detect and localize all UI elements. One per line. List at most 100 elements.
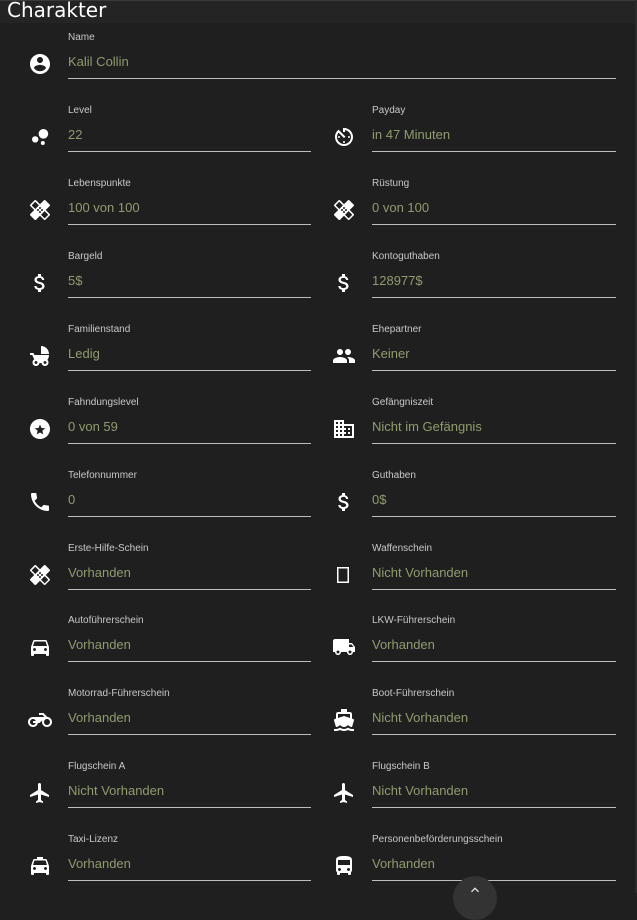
field-label: Taxi-Lizenz bbox=[68, 834, 119, 845]
field-underline bbox=[68, 297, 311, 298]
field-underline bbox=[68, 589, 311, 590]
field-underline bbox=[68, 661, 311, 662]
field-familienstand[interactable]: Familienstand Ledig bbox=[28, 324, 311, 388]
field-motorrad[interactable]: Motorrad-Führerschein Vorhanden bbox=[28, 688, 311, 752]
field-value[interactable]: Vorhanden bbox=[68, 565, 131, 580]
field-underline bbox=[372, 151, 616, 152]
field-underline bbox=[68, 443, 311, 444]
page-title: Charakter bbox=[7, 0, 107, 22]
field-name[interactable]: Name Kalil Collin bbox=[28, 32, 616, 96]
field-value[interactable]: 5$ bbox=[68, 273, 82, 288]
field-label: Ehepartner bbox=[372, 324, 422, 335]
field-value[interactable]: Vorhanden bbox=[372, 637, 435, 652]
field-underline bbox=[372, 807, 616, 808]
field-label: Telefonnummer bbox=[68, 470, 137, 481]
field-underline bbox=[372, 589, 616, 590]
field-lebenspunkte[interactable]: Lebenspunkte 100 von 100 bbox=[28, 178, 311, 242]
field-taxi[interactable]: Taxi-Lizenz Vorhanden bbox=[28, 834, 311, 898]
dollar-icon bbox=[332, 490, 356, 514]
field-value[interactable]: 0 von 100 bbox=[372, 200, 429, 215]
field-value[interactable]: Nicht Vorhanden bbox=[372, 565, 468, 580]
field-label: Motorrad-Führerschein bbox=[68, 688, 170, 699]
field-value[interactable]: 0 von 59 bbox=[68, 419, 118, 434]
field-boot[interactable]: Boot-Führerschein Nicht Vorhanden bbox=[332, 688, 616, 752]
field-value[interactable]: Keiner bbox=[372, 346, 410, 361]
field-underline bbox=[68, 516, 311, 517]
field-underline bbox=[68, 807, 311, 808]
field-value[interactable]: Vorhanden bbox=[68, 856, 131, 871]
dollar-icon bbox=[332, 271, 356, 295]
field-fahndungslevel[interactable]: Fahndungslevel 0 von 59 bbox=[28, 397, 311, 461]
field-value[interactable]: in 47 Minuten bbox=[372, 127, 450, 142]
field-underline bbox=[68, 880, 311, 881]
field-ehepartner[interactable]: Ehepartner Keiner bbox=[332, 324, 616, 388]
stroller-icon bbox=[28, 344, 52, 368]
account-circle-icon bbox=[28, 52, 52, 76]
field-value[interactable]: 128977$ bbox=[372, 273, 423, 288]
field-ruestung[interactable]: Rüstung 0 von 100 bbox=[332, 178, 616, 242]
bandage-icon bbox=[28, 563, 52, 587]
field-label: Bargeld bbox=[68, 251, 103, 262]
field-level[interactable]: Level 22 bbox=[28, 105, 311, 169]
field-value[interactable]: Vorhanden bbox=[68, 637, 131, 652]
field-label: Erste-Hilfe-Schein bbox=[68, 543, 149, 554]
dollar-icon bbox=[28, 271, 52, 295]
motorbike-icon bbox=[28, 708, 52, 732]
field-waffenschein[interactable]: Waffenschein Nicht Vorhanden bbox=[332, 543, 616, 607]
field-value[interactable]: Ledig bbox=[68, 346, 100, 361]
field-autofuehrerschein[interactable]: Autoführerschein Vorhanden bbox=[28, 615, 311, 679]
field-value[interactable]: Kalil Collin bbox=[68, 54, 129, 69]
bandage-icon bbox=[332, 198, 356, 222]
field-value[interactable]: 22 bbox=[68, 127, 82, 142]
field-value[interactable]: Nicht im Gefängnis bbox=[372, 419, 482, 434]
field-label: Lebenspunkte bbox=[68, 178, 131, 189]
field-gefaengniszeit[interactable]: Gefängniszeit Nicht im Gefängnis bbox=[332, 397, 616, 461]
field-value[interactable]: Nicht Vorhanden bbox=[372, 783, 468, 798]
car-icon bbox=[28, 635, 52, 659]
timer-icon bbox=[332, 125, 356, 149]
taxi-icon bbox=[28, 854, 52, 878]
field-value[interactable]: Nicht Vorhanden bbox=[68, 783, 164, 798]
truck-icon bbox=[332, 635, 356, 659]
field-lkw[interactable]: LKW-Führerschein Vorhanden bbox=[332, 615, 616, 679]
field-label: Personenbeförderungsschein bbox=[372, 834, 503, 845]
field-value[interactable]: Nicht Vorhanden bbox=[372, 710, 468, 725]
field-label: Rüstung bbox=[372, 178, 410, 189]
bandage-icon bbox=[28, 198, 52, 222]
field-label: Waffenschein bbox=[372, 543, 433, 554]
field-value[interactable]: 0 bbox=[68, 492, 75, 507]
field-underline bbox=[68, 151, 311, 152]
field-erste-hilfe[interactable]: Erste-Hilfe-Schein Vorhanden bbox=[28, 543, 311, 607]
field-underline bbox=[372, 880, 616, 881]
building-icon bbox=[332, 417, 356, 441]
field-value[interactable]: Vorhanden bbox=[68, 710, 131, 725]
bus-icon bbox=[332, 854, 356, 878]
field-underline bbox=[372, 297, 616, 298]
field-guthaben[interactable]: Guthaben 0$ bbox=[332, 470, 616, 534]
field-label: Fahndungslevel bbox=[68, 397, 139, 408]
missing-glyph-icon bbox=[332, 563, 356, 587]
people-icon bbox=[332, 344, 356, 368]
field-flugschein-b[interactable]: Flugschein B Nicht Vorhanden bbox=[332, 761, 616, 825]
field-underline bbox=[372, 516, 616, 517]
airplane-icon bbox=[332, 781, 356, 805]
field-value[interactable]: Vorhanden bbox=[372, 856, 435, 871]
bubble-chart-icon bbox=[28, 125, 52, 149]
field-label: Autoführerschein bbox=[68, 615, 144, 626]
field-payday[interactable]: Payday in 47 Minuten bbox=[332, 105, 616, 169]
field-label: Guthaben bbox=[372, 470, 416, 481]
field-bargeld[interactable]: Bargeld 5$ bbox=[28, 251, 311, 315]
field-value[interactable]: 0$ bbox=[372, 492, 386, 507]
field-underline bbox=[68, 370, 311, 371]
field-label: Flugschein B bbox=[372, 761, 430, 772]
field-value[interactable]: 100 von 100 bbox=[68, 200, 140, 215]
field-telefonnummer[interactable]: Telefonnummer 0 bbox=[28, 470, 311, 534]
star-circle-icon bbox=[28, 417, 52, 441]
chevron-up-icon bbox=[471, 887, 479, 893]
field-underline bbox=[68, 224, 311, 225]
field-flugschein-a[interactable]: Flugschein A Nicht Vorhanden bbox=[28, 761, 311, 825]
field-underline bbox=[372, 224, 616, 225]
scroll-top-button[interactable] bbox=[453, 876, 497, 920]
field-kontoguthaben[interactable]: Kontoguthaben 128977$ bbox=[332, 251, 616, 315]
field-label: Flugschein A bbox=[68, 761, 126, 772]
